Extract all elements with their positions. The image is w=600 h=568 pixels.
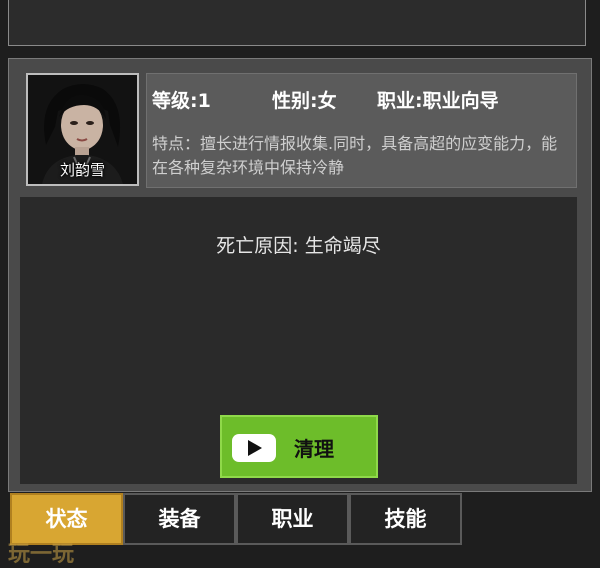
gender-label: 性别:女 <box>272 90 337 112</box>
character-name: 刘韵雪 <box>59 161 105 179</box>
character-info: 等级:1 性别:女 职业:职业向导 特点：擅长进行情报收集.同时，具备高超的应变… <box>146 73 577 188</box>
clean-button[interactable]: 清理 <box>220 415 378 478</box>
profession-label: 职业:职业向导 <box>377 90 499 112</box>
avatar[interactable]: 刘韵雪 <box>26 73 139 186</box>
tab-profession[interactable]: 职业 <box>236 493 349 545</box>
character-panel: 刘韵雪 等级:1 性别:女 职业:职业向导 特点：擅长进行情报收集.同时，具备高… <box>8 58 592 492</box>
tab-equipment[interactable]: 装备 <box>123 493 236 545</box>
level-label: 等级:1 <box>152 90 211 112</box>
watermark: 玩一玩 <box>8 542 75 567</box>
clean-button-label: 清理 <box>294 437 334 461</box>
status-panel: 死亡原因: 生命竭尽 清理 <box>20 197 577 484</box>
tab-skills[interactable]: 技能 <box>349 493 462 545</box>
top-panel <box>8 0 586 46</box>
video-play-icon <box>232 434 276 462</box>
death-cause: 死亡原因: 生命竭尽 <box>216 235 381 257</box>
trait-description: 特点：擅长进行情报收集.同时，具备高超的应变能力，能在各种复杂环境中保持冷静 <box>152 134 558 177</box>
